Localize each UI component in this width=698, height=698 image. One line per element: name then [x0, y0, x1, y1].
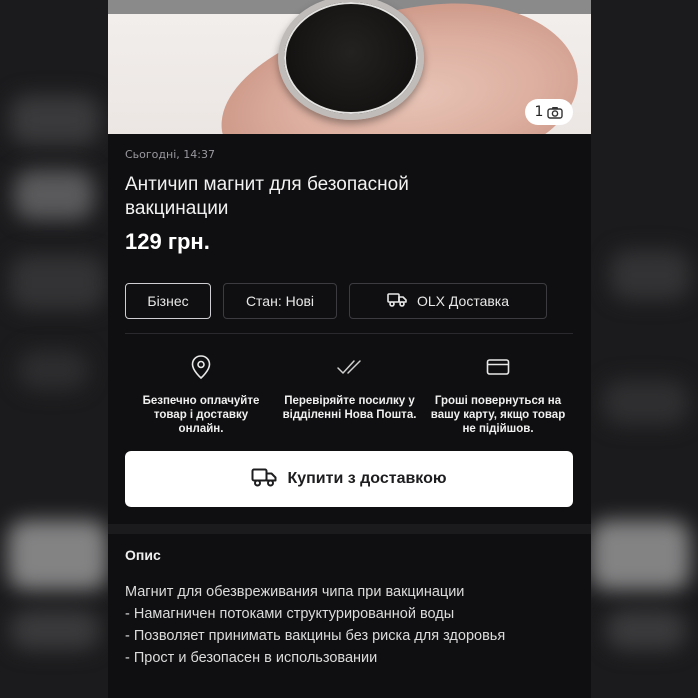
truck-icon	[251, 467, 277, 492]
description-line: Магнит для обезвреживания чипа при вакци…	[125, 584, 465, 600]
card-icon	[486, 354, 510, 380]
condition-chip-label: Стан: Нові	[245, 293, 315, 309]
photo-counter-badge[interactable]: 1	[525, 99, 573, 125]
benefit-text: Гроші повернуться на вашу карту, якщо то…	[430, 395, 566, 435]
olx-delivery-chip[interactable]: OLX Доставка	[349, 283, 547, 319]
divider	[125, 333, 573, 334]
double-check-icon	[336, 354, 364, 380]
blurred-background-left	[0, 0, 108, 698]
business-chip[interactable]: Бізнес	[125, 283, 211, 319]
business-chip-label: Бізнес	[147, 293, 189, 309]
benefit-safe-payment: Безпечно оплачуйте товар і доставку онла…	[131, 354, 271, 436]
benefit-text: Безпечно оплачуйте товар і доставку онла…	[142, 395, 260, 435]
listing-screen: 1 Сьогодні, 14:37 Античип магнит для без…	[108, 0, 591, 698]
benefit-check-parcel: Перевіряйте посилку у відділенні Нова По…	[280, 354, 420, 436]
description-line: - Намагничен потоками структурированной …	[125, 606, 455, 622]
benefit-refund: Гроші повернуться на вашу карту, якщо то…	[428, 354, 568, 436]
condition-chip[interactable]: Стан: Нові	[223, 283, 337, 319]
olx-delivery-label: OLX Доставка	[416, 293, 510, 309]
description-line: - Прост и безопасен в использовании	[125, 650, 378, 666]
truck-icon	[387, 292, 407, 310]
benefit-text: Перевіряйте посилку у відділенні Нова По…	[282, 395, 417, 421]
listing-date: Сьогодні, 14:37	[125, 148, 215, 161]
product-photo[interactable]: 1	[108, 0, 591, 134]
camera-icon	[547, 106, 564, 119]
section-separator	[108, 524, 591, 534]
photo-count: 1	[534, 104, 544, 120]
description-line: - Позволяет принимать вакцины без риска …	[125, 628, 506, 644]
delivery-benefits: Безпечно оплачуйте товар і доставку онла…	[125, 354, 574, 436]
magnet-image	[278, 0, 424, 120]
description-heading: Опис	[125, 547, 161, 563]
buy-button-label: Купити з доставкою	[287, 470, 447, 487]
listing-price: 129 грн.	[125, 229, 210, 254]
listing-title: Античип магнит для безопасной вакцинации	[125, 174, 409, 219]
listing-tags: Бізнес Стан: Нові OLX Доставка	[125, 283, 574, 319]
description-body: Магнит для обезвреживания чипа при вакци…	[125, 581, 574, 669]
buy-with-delivery-button[interactable]: Купити з доставкою	[125, 451, 573, 507]
blurred-background-right	[590, 0, 698, 698]
location-pin-icon	[190, 354, 212, 380]
